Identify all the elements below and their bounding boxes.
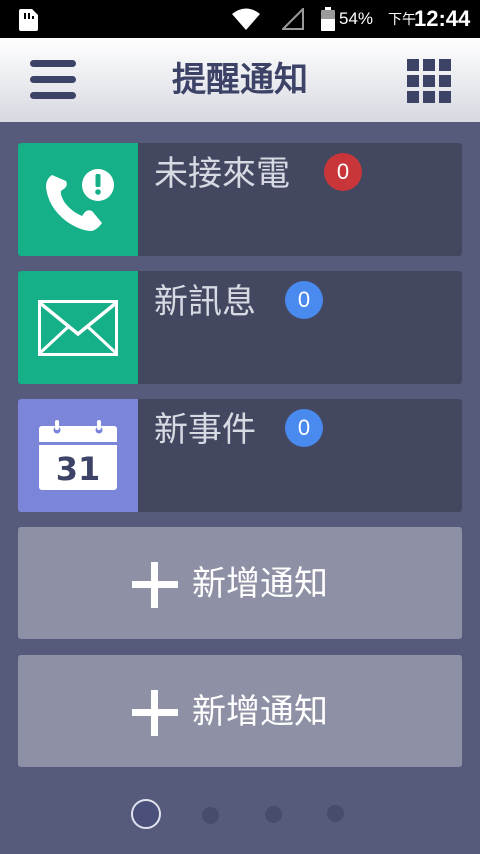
calendar-day-number: 31 bbox=[56, 450, 101, 488]
new-messages-tile bbox=[18, 271, 138, 384]
app-screen: 54% 下午 12:44 提醒通知 未接來電 0 新訊息 0 31 新事件 0 … bbox=[0, 0, 480, 854]
page-indicator bbox=[0, 795, 480, 835]
hamburger-menu-icon[interactable] bbox=[28, 58, 78, 102]
new-messages-card[interactable]: 新訊息 0 bbox=[18, 271, 462, 384]
page-dot[interactable] bbox=[265, 806, 282, 823]
plus-icon bbox=[132, 562, 178, 608]
new-events-label: 新事件 bbox=[154, 410, 256, 450]
add-notification-button[interactable]: 新增通知 bbox=[18, 527, 462, 639]
missed-calls-tile bbox=[18, 143, 138, 256]
plus-icon bbox=[132, 690, 178, 736]
missed-calls-card[interactable]: 未接來電 0 bbox=[18, 143, 462, 256]
add-notification-label: 新增通知 bbox=[192, 692, 328, 732]
add-notification-label: 新增通知 bbox=[192, 564, 328, 604]
new-events-card[interactable]: 31 新事件 0 bbox=[18, 399, 462, 512]
new-messages-label: 新訊息 bbox=[154, 282, 256, 322]
missed-calls-count-badge: 0 bbox=[324, 153, 362, 191]
new-events-count-badge: 0 bbox=[285, 409, 323, 447]
page-dot[interactable] bbox=[327, 805, 344, 822]
no-signal-icon bbox=[282, 8, 304, 30]
wifi-icon bbox=[232, 8, 260, 30]
page-dot-active[interactable] bbox=[131, 799, 161, 829]
status-bar: 54% 下午 12:44 bbox=[0, 0, 480, 38]
add-notification-button[interactable]: 新增通知 bbox=[18, 655, 462, 767]
new-events-tile: 31 bbox=[18, 399, 138, 512]
page-dot[interactable] bbox=[202, 807, 219, 824]
calendar-icon: 31 bbox=[39, 419, 117, 490]
new-messages-count-badge: 0 bbox=[285, 281, 323, 319]
clock-time: 12:44 bbox=[414, 6, 471, 31]
app-grid-icon[interactable] bbox=[407, 59, 451, 103]
sim-card-icon bbox=[19, 9, 38, 31]
battery-percentage: 54% bbox=[339, 9, 374, 28]
envelope-icon bbox=[38, 299, 118, 356]
missed-call-icon bbox=[46, 168, 114, 231]
battery-icon bbox=[321, 7, 335, 31]
app-header: 提醒通知 bbox=[0, 38, 480, 122]
clock-ampm: 下午 bbox=[388, 12, 416, 28]
missed-calls-label: 未接來電 bbox=[154, 154, 290, 194]
